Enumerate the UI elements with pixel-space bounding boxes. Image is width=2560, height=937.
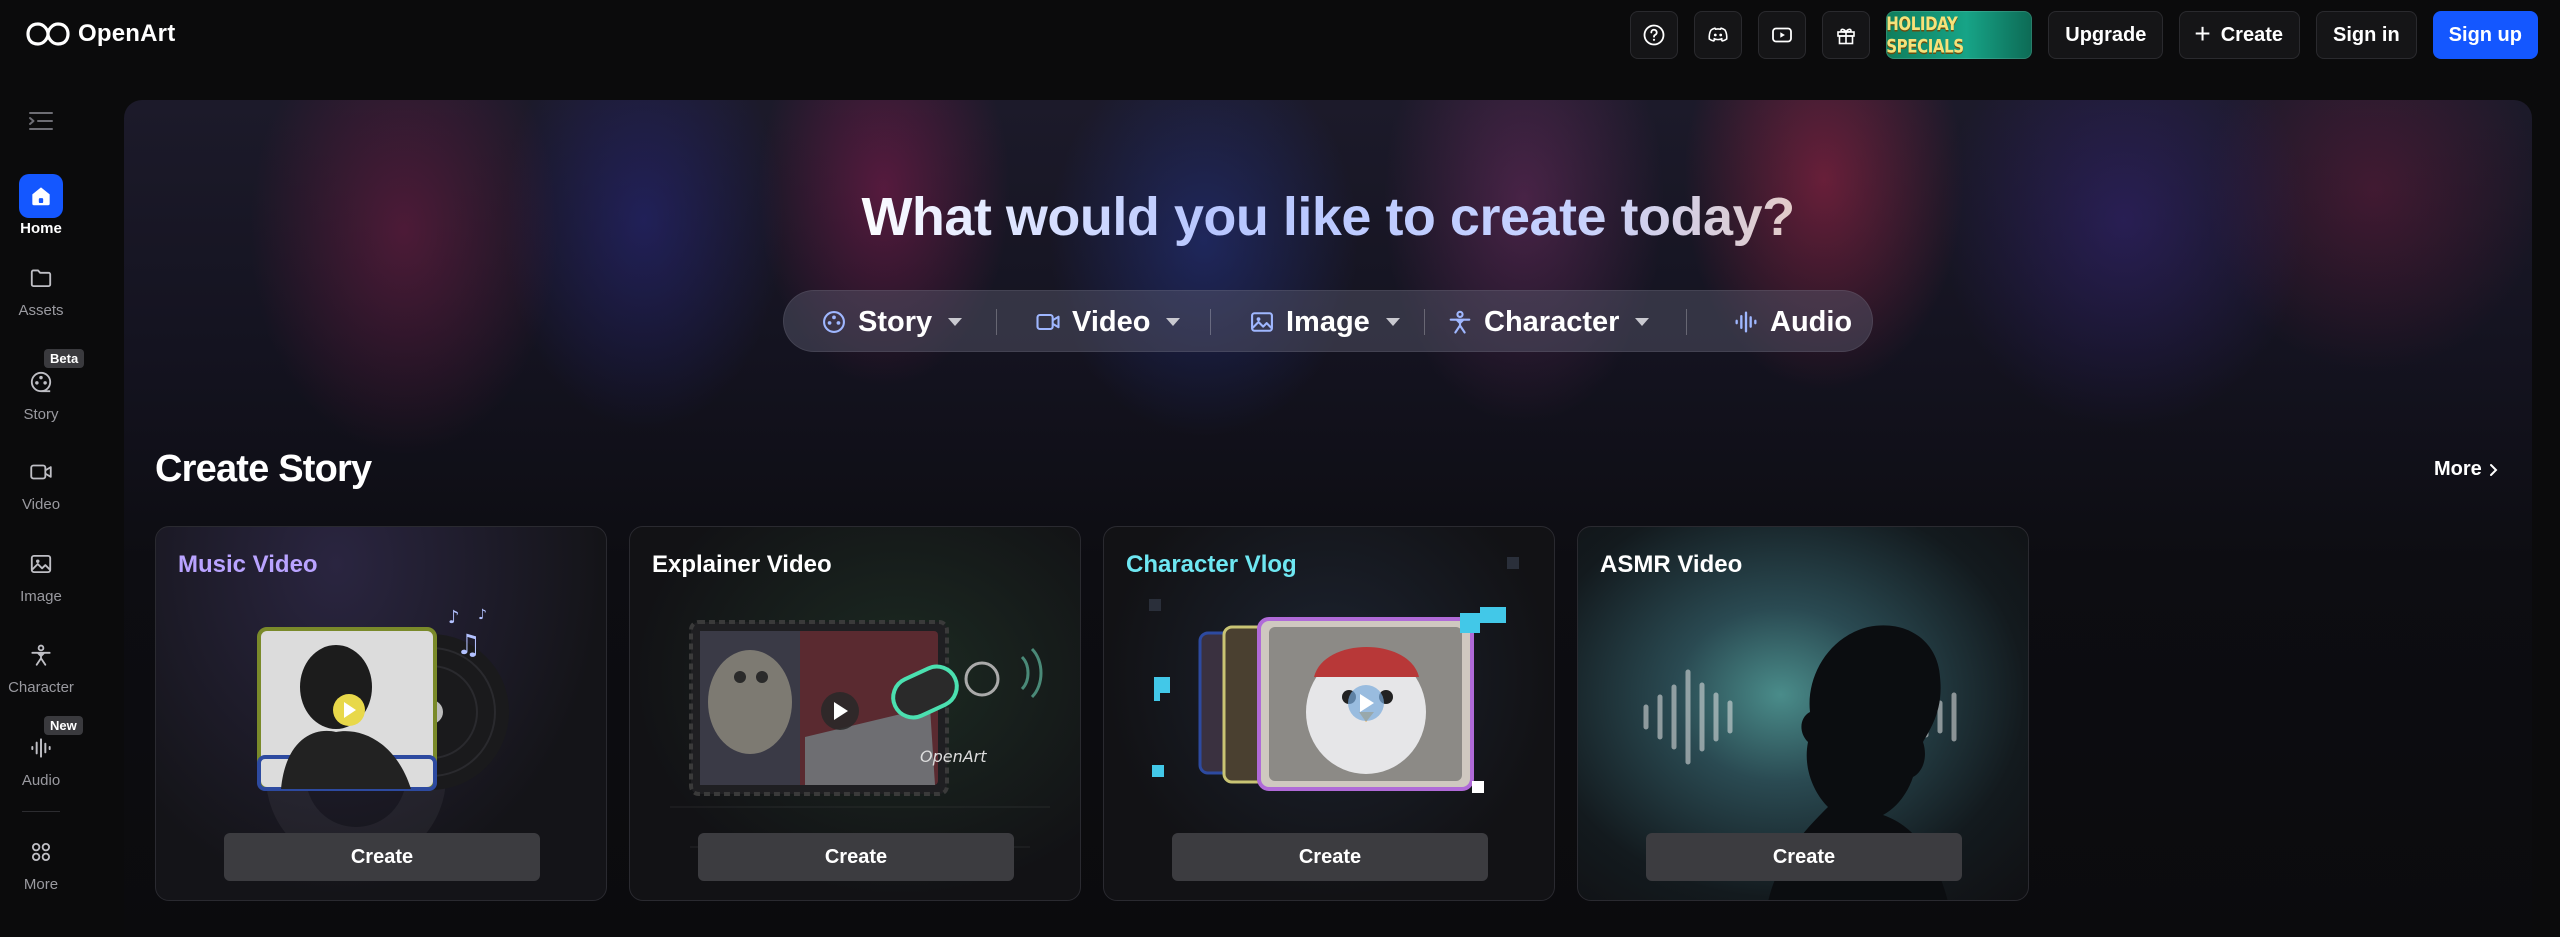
section-title: Create Story — [155, 448, 372, 490]
create-type-selector: Story Video Image Character Audio — [783, 290, 1873, 352]
character-icon — [1449, 310, 1471, 334]
option-separator — [1424, 309, 1425, 335]
card-title: ASMR Video — [1600, 551, 1743, 578]
help-icon — [1643, 24, 1665, 46]
video-icon — [1036, 313, 1060, 331]
sidebar-item-label: Home — [20, 220, 62, 237]
sidebar: Home Assets Story Beta Video Image Chara… — [0, 70, 85, 937]
sidebar-item-video[interactable]: Video — [0, 450, 82, 513]
sidebar-item-label: More — [23, 876, 59, 893]
upgrade-label: Upgrade — [2065, 23, 2147, 46]
create-option-label: Audio — [1770, 305, 1853, 338]
upgrade-button[interactable]: Upgrade — [2048, 11, 2164, 59]
gift-button[interactable] — [1822, 11, 1871, 59]
story-card-music-video[interactable]: ♫ ♪ ♪ Music Video Create — [155, 526, 607, 901]
apps-icon — [19, 830, 63, 874]
create-option-label: Image — [1286, 305, 1370, 338]
sidebar-item-assets[interactable]: Assets — [0, 256, 82, 319]
create-option-image[interactable]: Image — [1248, 291, 1400, 353]
create-option-story[interactable]: Story — [820, 291, 963, 353]
option-separator — [996, 309, 997, 335]
more-label: More — [2434, 458, 2482, 480]
home-icon — [19, 174, 63, 218]
create-option-video[interactable]: Video — [1034, 291, 1181, 353]
sidebar-item-more[interactable]: More — [0, 830, 82, 893]
youtube-button[interactable] — [1758, 11, 1807, 59]
svg-text:♪: ♪ — [448, 607, 460, 628]
beta-badge: Beta — [44, 349, 85, 368]
option-separator — [1686, 309, 1687, 335]
sidebar-item-home[interactable]: Home — [0, 174, 82, 237]
svg-text:♫: ♫ — [456, 628, 481, 661]
option-separator — [1210, 309, 1211, 335]
main-content: What would you like to create today? Sto… — [124, 100, 2532, 937]
sign-up-button[interactable]: Sign up — [2432, 11, 2538, 59]
card-create-button[interactable]: Create — [1172, 833, 1488, 881]
create-option-audio[interactable]: Audio — [1732, 291, 1852, 353]
audio-waves-icon — [1735, 311, 1757, 333]
card-title: Explainer Video — [652, 551, 832, 578]
sidebar-item-label: Audio — [21, 772, 61, 789]
svg-text:♪: ♪ — [478, 607, 487, 623]
new-badge: New — [44, 716, 83, 735]
sidebar-item-label: Image — [20, 588, 62, 605]
folder-icon — [19, 256, 63, 300]
plus-icon: + — [2194, 17, 2211, 49]
card-create-button[interactable]: Create — [1646, 833, 1962, 881]
story-card-character-vlog[interactable]: Character Vlog Create — [1103, 526, 1555, 901]
header-actions: HOLIDAY SPECIALS Upgrade + Create Sign i… — [1630, 10, 2538, 60]
chevron-right-icon — [2489, 463, 2498, 476]
sidebar-item-label: Assets — [18, 302, 64, 319]
sign-up-label: Sign up — [2448, 23, 2522, 46]
story-card-asmr-video[interactable]: ASMR Video Create — [1577, 526, 2029, 901]
openart-logo[interactable]: OpenArt — [26, 18, 175, 50]
image-icon — [19, 542, 63, 586]
sidebar-item-image[interactable]: Image — [0, 542, 82, 605]
sidebar-item-character[interactable]: Character — [0, 633, 82, 696]
video-icon — [19, 450, 63, 494]
card-create-button[interactable]: Create — [224, 833, 540, 881]
create-option-character[interactable]: Character — [1446, 291, 1650, 353]
svg-text:OpenArt: OpenArt — [920, 747, 987, 766]
sidebar-item-audio[interactable]: Audio — [0, 726, 82, 789]
chevron-down-icon — [1635, 318, 1650, 326]
sign-in-button[interactable]: Sign in — [2316, 11, 2417, 59]
youtube-icon — [1772, 27, 1793, 43]
infinity-logo-icon — [26, 22, 70, 46]
create-label: Create — [2220, 23, 2283, 46]
sidebar-item-label: Character — [8, 679, 74, 696]
sidebar-item-label: Story — [23, 406, 59, 423]
sidebar-item-story[interactable]: Story — [0, 360, 82, 423]
chevron-down-icon — [948, 318, 963, 326]
gift-icon — [1837, 28, 1856, 45]
discord-icon — [1708, 27, 1728, 42]
create-option-label: Video — [1072, 305, 1151, 338]
top-header: OpenArt HOLIDAY SPECIALS Upgrade + Creat… — [0, 0, 2560, 70]
card-title: Character Vlog — [1126, 551, 1297, 578]
holiday-specials-button[interactable]: HOLIDAY SPECIALS — [1886, 11, 2033, 59]
film-reel-icon — [823, 311, 845, 333]
hero-title: What would you like to create today? — [124, 186, 2532, 248]
image-icon — [1251, 312, 1273, 332]
brand-name: OpenArt — [78, 20, 176, 47]
create-option-label: Story — [858, 305, 933, 338]
sidebar-divider — [22, 811, 60, 812]
story-card-explainer-video[interactable]: OpenArt Explainer Video Create — [629, 526, 1081, 901]
sign-in-label: Sign in — [2333, 23, 2400, 46]
create-option-label: Character — [1484, 305, 1620, 338]
help-button[interactable] — [1630, 11, 1679, 59]
character-icon — [19, 633, 63, 677]
card-title: Music Video — [178, 551, 318, 578]
holiday-specials-label: HOLIDAY SPECIALS — [1886, 12, 1964, 58]
more-link[interactable]: More — [2434, 458, 2500, 481]
sidebar-collapse-icon[interactable] — [26, 106, 56, 136]
chevron-down-icon — [1166, 318, 1181, 326]
create-button[interactable]: + Create — [2179, 11, 2300, 59]
chevron-down-icon — [1385, 318, 1400, 326]
sidebar-item-label: Video — [21, 496, 61, 513]
discord-button[interactable] — [1694, 11, 1743, 59]
card-create-button[interactable]: Create — [698, 833, 1014, 881]
